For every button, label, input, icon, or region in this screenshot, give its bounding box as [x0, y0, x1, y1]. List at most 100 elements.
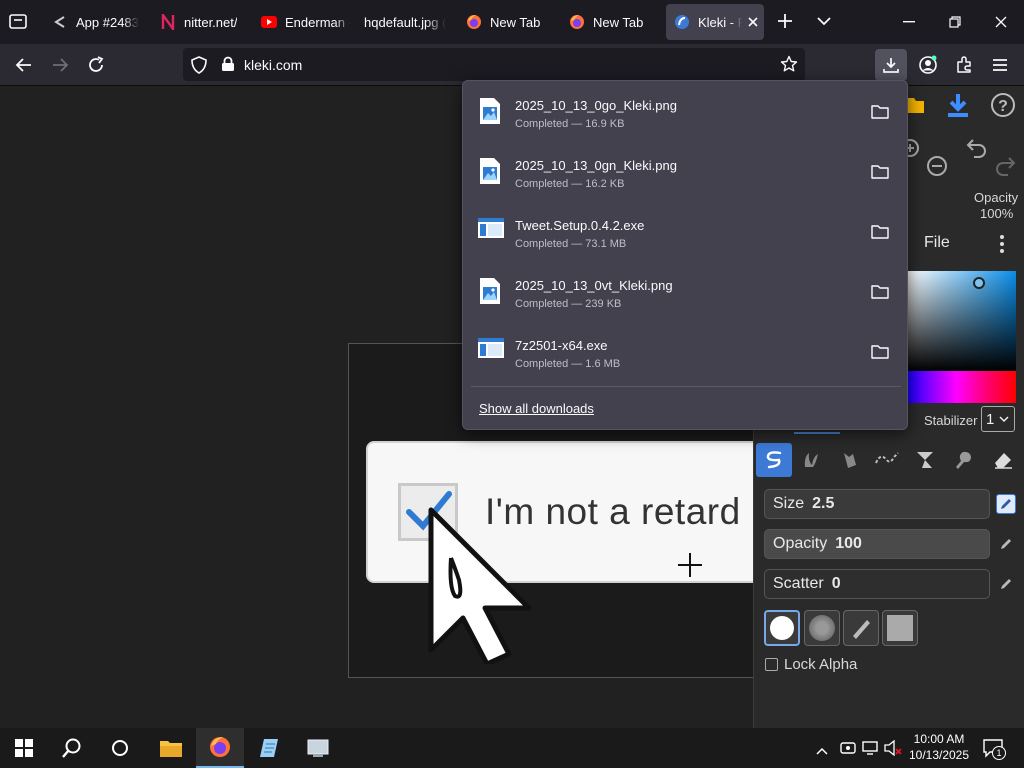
pen-pressure-size-toggle[interactable] [996, 494, 1016, 514]
account-icon[interactable] [912, 49, 944, 81]
network-icon[interactable] [862, 740, 880, 761]
back-button[interactable] [8, 49, 40, 81]
menu-icon[interactable] [984, 49, 1016, 81]
tab-strip: App #2483 nitter.net/ Enderman - hqdefau… [0, 0, 1024, 44]
color-picker-handle[interactable] [973, 277, 985, 289]
notepad-taskbar-icon[interactable] [245, 728, 293, 768]
sketchy-brush-icon[interactable] [834, 443, 864, 477]
show-hidden-icons-chevron-icon[interactable] [816, 742, 828, 760]
image-file-icon [477, 97, 505, 125]
tray-app-icon[interactable] [840, 740, 856, 761]
opacity-label: Opacity [773, 535, 828, 552]
undo-icon[interactable] [966, 138, 988, 163]
smudge-brush-icon[interactable] [948, 443, 978, 477]
scatter-slider[interactable]: Scatter 0 [764, 569, 990, 599]
folder-icon[interactable] [871, 225, 889, 239]
search-icon[interactable] [48, 728, 96, 768]
minimize-button[interactable] [886, 0, 932, 44]
url-bar[interactable]: kleki.com [183, 48, 805, 81]
forward-button[interactable] [44, 49, 76, 81]
close-tab-icon[interactable] [748, 17, 758, 27]
arrow-icon [52, 14, 68, 30]
app-taskbar-icon[interactable] [294, 728, 342, 768]
tab-kleki[interactable]: Kleki - P [666, 4, 764, 40]
color-picker-sv[interactable] [908, 271, 1016, 371]
tab-label: Enderman - [285, 14, 351, 30]
pen-brush-tool[interactable] [756, 443, 792, 477]
download-item[interactable]: 2025_10_13_0gn_Kleki.png Completed — 16.2… [463, 141, 907, 201]
volume-muted-icon[interactable] [884, 739, 902, 761]
tab-new-tab-2[interactable]: New Tab [569, 4, 659, 40]
stabilizer-value: 1 [986, 410, 995, 428]
zoom-out-icon[interactable] [926, 155, 948, 182]
show-all-downloads-link[interactable]: Show all downloads [479, 401, 594, 416]
eraser-icon[interactable] [988, 443, 1018, 477]
file-explorer-icon[interactable] [147, 728, 195, 768]
chemy-brush-icon[interactable] [910, 443, 940, 477]
clock-date: 10/13/2025 [908, 748, 970, 762]
tab-hqdefault[interactable]: hqdefault.jpg ( [364, 4, 448, 40]
download-status: Completed — 16.2 KB [515, 178, 625, 190]
download-save-icon[interactable] [946, 92, 970, 123]
download-filename: 2025_10_13_0gn_Kleki.png [515, 158, 677, 173]
url-text[interactable]: kleki.com [244, 57, 302, 73]
close-window-button[interactable] [978, 0, 1024, 44]
start-button[interactable] [0, 728, 48, 768]
tip-round-hard[interactable] [764, 610, 800, 646]
hue-slider[interactable] [908, 371, 1016, 403]
tip-round-soft[interactable] [804, 610, 840, 646]
help-icon[interactable]: ? [990, 92, 1016, 123]
new-tab-button[interactable] [776, 12, 796, 32]
notifications-icon[interactable]: 1 [982, 738, 1006, 760]
more-vertical-icon[interactable] [999, 234, 1005, 259]
pen-pressure-opacity-toggle[interactable] [996, 534, 1016, 554]
lock-alpha-checkbox[interactable] [765, 658, 778, 671]
pixel-brush-icon[interactable] [872, 443, 902, 477]
lock-alpha-label: Lock Alpha [784, 656, 858, 673]
reload-button[interactable] [80, 49, 112, 81]
downloads-panel: 2025_10_13_0go_Kleki.png Completed — 16.9… [462, 80, 908, 430]
folder-icon[interactable] [871, 285, 889, 299]
tip-chisel[interactable] [843, 610, 879, 646]
folder-icon[interactable] [871, 105, 889, 119]
soft-circle-icon [809, 615, 835, 641]
folder-icon[interactable] [871, 165, 889, 179]
taskbar-clock[interactable]: 10:00 AM 10/13/2025 [905, 731, 973, 763]
tab-file[interactable]: File [924, 234, 950, 252]
folder-icon[interactable] [871, 345, 889, 359]
extensions-icon[interactable] [948, 49, 980, 81]
download-status: Completed — 239 KB [515, 298, 622, 310]
firefox-taskbar-icon[interactable] [196, 728, 244, 768]
download-item[interactable]: 2025_10_13_0go_Kleki.png Completed — 16.9… [463, 81, 907, 141]
downloads-button[interactable] [875, 49, 907, 81]
download-item[interactable]: 2025_10_13_0vt_Kleki.png Completed — 239 … [463, 261, 907, 321]
download-item[interactable]: Tweet.Setup.0.4.2.exe Completed — 73.1 MB [463, 201, 907, 261]
blend-brush-icon[interactable] [796, 443, 826, 477]
tab-label: Kleki - P [698, 14, 742, 30]
opacity-slider[interactable]: Opacity 100 [764, 529, 990, 559]
windows-taskbar: 10:00 AM 10/13/2025 1 [0, 728, 1024, 768]
scatter-value: 0 [831, 575, 841, 592]
tip-square[interactable] [882, 610, 918, 646]
tab-app[interactable]: App #2483 [52, 4, 142, 40]
download-status: Completed — 16.9 KB [515, 118, 625, 130]
tab-label: New Tab [593, 14, 644, 30]
star-icon[interactable] [780, 55, 798, 78]
pen-pressure-scatter-toggle[interactable] [996, 574, 1016, 594]
tab-nitter[interactable]: nitter.net/ [160, 4, 250, 40]
chevron-down-icon[interactable] [816, 14, 834, 30]
download-item[interactable]: 7z2501-x64.exe Completed — 1.6 MB [463, 321, 907, 381]
windows-logo-icon [15, 739, 33, 757]
shield-icon[interactable] [191, 56, 207, 79]
task-view-icon[interactable] [96, 728, 144, 768]
tab-enderman[interactable]: Enderman - [261, 4, 351, 40]
redo-icon[interactable] [994, 156, 1016, 181]
stabilizer-select[interactable]: 1 [981, 406, 1015, 432]
size-slider[interactable]: Size 2.5 [764, 489, 990, 519]
restore-button[interactable] [932, 0, 978, 44]
list-all-tabs-button[interactable] [8, 12, 30, 32]
tab-label: hqdefault.jpg ( [364, 14, 447, 30]
folder-open-icon[interactable] [906, 94, 924, 119]
tab-new-tab-1[interactable]: New Tab [466, 4, 556, 40]
lock-icon[interactable] [221, 56, 235, 77]
